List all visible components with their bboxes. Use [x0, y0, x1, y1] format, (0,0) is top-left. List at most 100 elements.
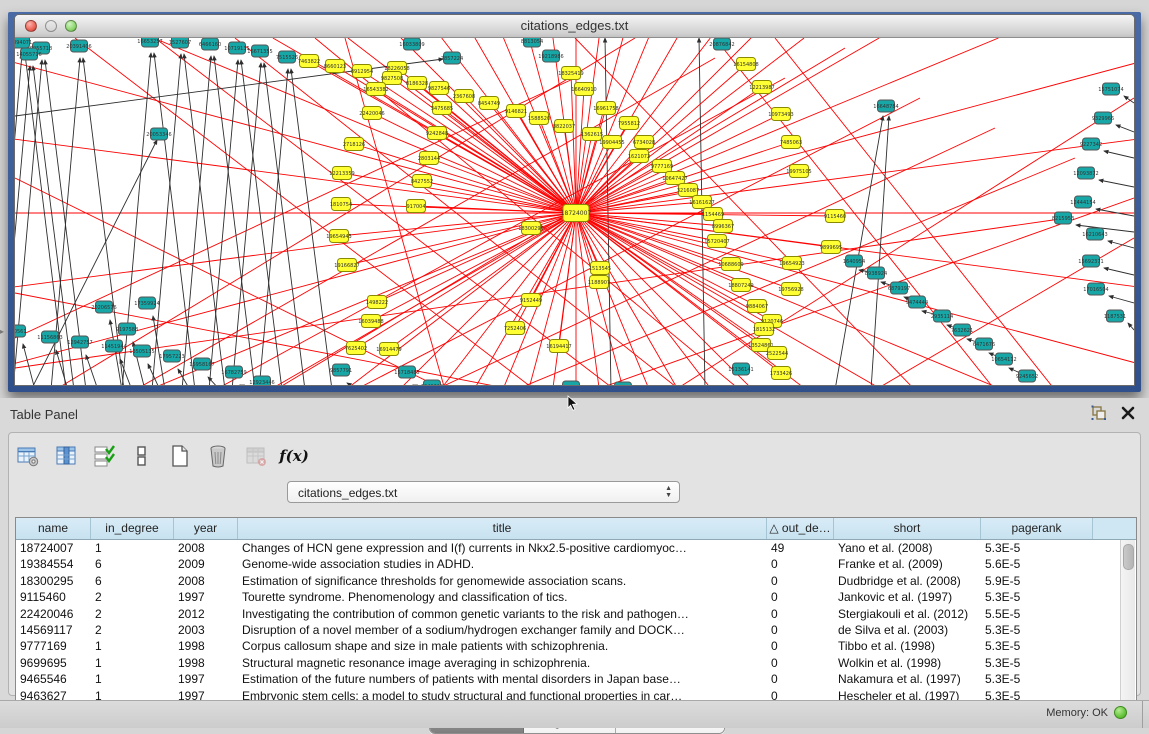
table-cell[interactable]: 5.9E-5 [981, 573, 1093, 589]
table-cell[interactable]: Dudbridge et al. (2008) [834, 573, 981, 589]
table-cell[interactable]: 9699695 [16, 655, 91, 671]
table-cell[interactable]: Genome-wide association studies in ADHD. [238, 556, 767, 572]
toggle-rows-icon[interactable] [129, 443, 155, 469]
column-header-year[interactable]: year [174, 518, 238, 539]
table-cell[interactable]: 5.3E-5 [981, 655, 1093, 671]
table-vertical-scrollbar[interactable] [1120, 540, 1135, 704]
table-cell[interactable]: 2 [91, 606, 174, 622]
table-cell[interactable]: 9465546 [16, 671, 91, 687]
table-cell[interactable]: Nakamura et al. (1997) [834, 671, 981, 687]
table-cell[interactable]: 6 [91, 573, 174, 589]
column-header-title[interactable]: title [238, 518, 767, 539]
table-settings-icon[interactable] [15, 443, 41, 469]
table-cell[interactable]: Investigating the contribution of common… [238, 606, 767, 622]
table-cell[interactable]: 5.6E-5 [981, 556, 1093, 572]
table-cell[interactable]: 0 [767, 671, 834, 687]
table-cell[interactable]: Stergiakouli et al. (2012) [834, 606, 981, 622]
table-cell[interactable]: Jankovic et al. (1997) [834, 589, 981, 605]
table-cell[interactable]: 1997 [174, 671, 238, 687]
table-cell[interactable]: 1 [91, 671, 174, 687]
table-cell[interactable]: 1 [91, 638, 174, 654]
table-cell[interactable]: 2 [91, 589, 174, 605]
memory-status-icon[interactable] [1114, 706, 1127, 719]
table-cell[interactable]: 0 [767, 606, 834, 622]
table-row[interactable]: 911546021997Tourette syndrome. Phenomeno… [16, 589, 1136, 605]
table-cell[interactable]: 1 [91, 655, 174, 671]
table-cell[interactable]: 2008 [174, 573, 238, 589]
table-cell[interactable]: 22420046 [16, 606, 91, 622]
graph-node[interactable] [615, 382, 632, 386]
network-select-dropdown[interactable]: citations_edges.txt ▲▼ [287, 481, 680, 503]
table-cell[interactable]: 0 [767, 655, 834, 671]
table-row[interactable]: 2242004622012Investigating the contribut… [16, 606, 1136, 622]
graph-node[interactable] [563, 381, 580, 386]
table-cell[interactable]: 18300295 [16, 573, 91, 589]
table-cell[interactable]: 5.3E-5 [981, 589, 1093, 605]
show-column-icon[interactable] [53, 443, 79, 469]
network-canvas[interactable]: 1894071905571814055716203914061665325715… [15, 38, 1134, 386]
table-cell[interactable]: 5.5E-5 [981, 606, 1093, 622]
table-cell[interactable]: Estimation of the future numbers of pati… [238, 671, 767, 687]
select-rows-icon[interactable] [91, 443, 117, 469]
graph-node-label: 6471676 [973, 342, 995, 348]
table-cell[interactable]: 9115460 [16, 589, 91, 605]
delete-icon[interactable] [205, 443, 231, 469]
table-row[interactable]: 977716911998Corpus callosum shape and si… [16, 638, 1136, 654]
table-cell[interactable]: 0 [767, 638, 834, 654]
table-cell[interactable]: Estimation of significance thresholds fo… [238, 573, 767, 589]
table-cell[interactable]: 2003 [174, 622, 238, 638]
table-row[interactable]: 1830029562008Estimation of significance … [16, 573, 1136, 589]
table-cell[interactable]: 5.3E-5 [981, 540, 1093, 556]
table-cell[interactable]: Yano et al. (2008) [834, 540, 981, 556]
table-cell[interactable]: 5.3E-5 [981, 638, 1093, 654]
graph-edge [1109, 296, 1134, 303]
table-cell[interactable]: 9777169 [16, 638, 91, 654]
table-row[interactable]: 1938455462009Genome-wide association stu… [16, 556, 1136, 572]
graph-edge [15, 213, 576, 287]
table-cell[interactable]: 6 [91, 556, 174, 572]
table-cell[interactable]: Corpus callosum shape and size in male p… [238, 638, 767, 654]
table-cell[interactable]: 0 [767, 589, 834, 605]
table-row[interactable]: 969969511998Structural magnetic resonanc… [16, 655, 1136, 671]
table-cell[interactable]: 0 [767, 556, 834, 572]
table-cell[interactable]: Changes of HCN gene expression and I(f) … [238, 540, 767, 556]
table-cell[interactable]: 2008 [174, 540, 238, 556]
column-header-out_de[interactable]: △ out_de… [767, 518, 834, 539]
table-cell[interactable]: Wolkin et al. (1998) [834, 655, 981, 671]
table-cell[interactable]: 2 [91, 622, 174, 638]
table-cell[interactable]: Tibbo et al. (1998) [834, 638, 981, 654]
function-builder-icon[interactable]: f(x) [281, 443, 307, 469]
column-header-in_degree[interactable]: in_degree [91, 518, 174, 539]
table-cell[interactable]: Franke et al. (2009) [834, 556, 981, 572]
table-cell[interactable]: 1998 [174, 638, 238, 654]
table-cell[interactable]: 14569117 [16, 622, 91, 638]
table-cell[interactable]: 19384554 [16, 556, 91, 572]
table-cell[interactable]: 1997 [174, 589, 238, 605]
table-row[interactable]: 946554611997Estimation of the future num… [16, 671, 1136, 687]
close-panel-icon[interactable] [1121, 406, 1135, 420]
table-cell[interactable]: 1 [91, 540, 174, 556]
table-cell[interactable]: Tourette syndrome. Phenomenology and cla… [238, 589, 767, 605]
table-cell[interactable]: 18724007 [16, 540, 91, 556]
table-cell[interactable]: 2009 [174, 556, 238, 572]
table-cell[interactable]: 1998 [174, 655, 238, 671]
table-row[interactable]: 1456911722003Disruption of a novel membe… [16, 622, 1136, 638]
table-cell[interactable]: de Silva et al. (2003) [834, 622, 981, 638]
table-cell[interactable]: 5.3E-5 [981, 622, 1093, 638]
table-row[interactable]: 1872400712008Changes of HCN gene express… [16, 540, 1136, 556]
column-header-name[interactable]: name [16, 518, 91, 539]
table-cell[interactable]: Disruption of a novel member of a sodium… [238, 622, 767, 638]
float-panel-icon[interactable] [1091, 405, 1107, 421]
network-window-titlebar[interactable]: citations_edges.txt [15, 15, 1134, 38]
table-cell[interactable]: 49 [767, 540, 834, 556]
splitter-collapse-icon[interactable]: ▸ [0, 327, 4, 336]
table-cell[interactable]: 0 [767, 573, 834, 589]
table-cell[interactable]: 2012 [174, 606, 238, 622]
scrollbar-thumb[interactable] [1123, 544, 1134, 570]
column-header-pagerank[interactable]: pagerank [981, 518, 1093, 539]
table-cell[interactable]: Structural magnetic resonance image aver… [238, 655, 767, 671]
column-header-short[interactable]: short [834, 518, 981, 539]
table-cell[interactable]: 0 [767, 622, 834, 638]
new-table-icon[interactable] [167, 443, 193, 469]
table-cell[interactable]: 5.3E-5 [981, 671, 1093, 687]
